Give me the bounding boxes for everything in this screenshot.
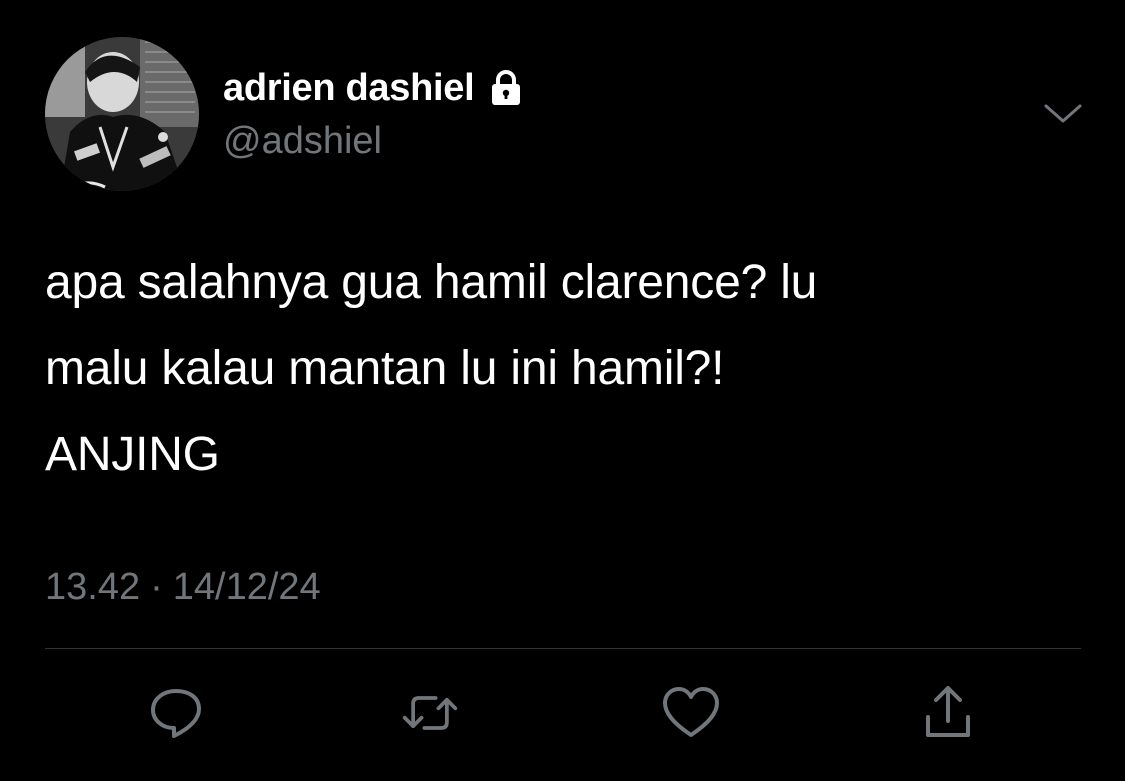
heart-icon xyxy=(663,687,719,737)
user-handle[interactable]: @adshiel xyxy=(223,118,382,164)
divider xyxy=(45,648,1081,649)
tweet-timestamp[interactable]: 13.42 · 14/12/24 xyxy=(45,560,321,614)
display-name[interactable]: adrien dashiel xyxy=(223,66,475,110)
like-button[interactable] xyxy=(661,683,721,743)
retweet-icon xyxy=(402,696,458,730)
tweet-text: apa salahnya gua hamil clarence? lu malu… xyxy=(45,240,1085,498)
reply-icon xyxy=(151,689,201,738)
tweet-time: 13.42 xyxy=(45,566,141,608)
more-options-button[interactable] xyxy=(1042,97,1084,131)
tweet-date: 14/12/24 xyxy=(172,566,321,608)
retweet-button[interactable] xyxy=(400,683,460,743)
lock-icon xyxy=(492,70,521,105)
reply-button[interactable] xyxy=(146,683,206,743)
tweet-text-line: apa salahnya gua hamil clarence? lu xyxy=(45,256,818,309)
share-button[interactable] xyxy=(918,683,978,743)
display-name-row: adrien dashiel xyxy=(223,66,526,110)
avatar-photo xyxy=(45,37,199,191)
tweet-text-line: malu kalau mantan lu ini hamil?! xyxy=(45,342,725,395)
tweet-text-line: ANJING xyxy=(45,428,220,481)
timestamp-separator: · xyxy=(150,566,163,608)
avatar[interactable] xyxy=(45,37,199,191)
chevron-down-icon xyxy=(1044,104,1082,123)
tweet-card: adrien dashiel @adshiel apa salahnya gua… xyxy=(0,0,1125,781)
share-icon xyxy=(926,686,970,737)
